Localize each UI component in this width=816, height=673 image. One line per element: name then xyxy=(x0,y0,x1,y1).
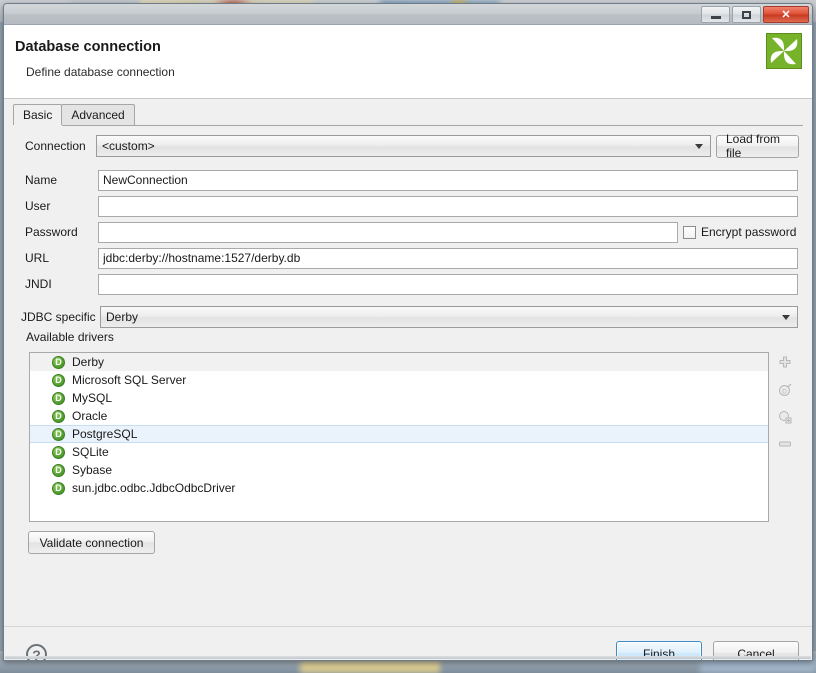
minimize-button[interactable] xyxy=(701,6,730,23)
tab-basic[interactable]: Basic xyxy=(13,104,63,125)
maximize-button[interactable] xyxy=(732,6,761,23)
window-controls: ✕ xyxy=(701,6,809,23)
edit-driver-icon[interactable]: D xyxy=(776,381,794,399)
page-subtitle: Define database connection xyxy=(26,65,175,79)
page-title: Database connection xyxy=(15,39,161,55)
brand-logo-icon xyxy=(766,33,802,69)
list-item[interactable]: D MySQL xyxy=(30,389,768,407)
user-label: User xyxy=(25,199,51,213)
url-row: URL xyxy=(4,247,812,269)
name-label: Name xyxy=(25,173,58,187)
user-row: User xyxy=(4,195,812,217)
encrypt-password-label: Encrypt password xyxy=(701,225,797,239)
dialog-body: Basic Advanced Connection <custom> Load … xyxy=(4,99,812,626)
jdbc-specific-combo[interactable]: Derby xyxy=(100,306,798,328)
available-drivers-list[interactable]: D Derby D Microsoft SQL Server D MySQL D… xyxy=(29,352,769,522)
password-input[interactable] xyxy=(98,221,678,243)
list-item-label: Microsoft SQL Server xyxy=(72,373,187,387)
maximize-icon xyxy=(742,10,751,19)
connection-combo-value: <custom> xyxy=(102,139,155,153)
tab-advanced-label: Advanced xyxy=(71,108,125,122)
password-label: Password xyxy=(25,225,78,239)
minimize-icon xyxy=(710,15,721,19)
list-item[interactable]: D Sybase xyxy=(30,461,768,479)
available-drivers-label: Available drivers xyxy=(26,330,114,344)
password-row: Password Encrypt password xyxy=(4,221,812,243)
list-item[interactable]: D sun.jdbc.odbc.JdbcOdbcDriver xyxy=(30,479,768,497)
driver-icon: D xyxy=(52,445,65,459)
list-item-label: Derby xyxy=(72,355,105,369)
close-button[interactable]: ✕ xyxy=(763,6,809,23)
connection-combo[interactable]: <custom> xyxy=(96,135,711,157)
validate-connection-button[interactable]: Validate connection xyxy=(28,531,155,554)
driver-icon: D xyxy=(52,463,65,477)
list-item[interactable]: D SQLite xyxy=(30,443,768,461)
url-input[interactable] xyxy=(98,247,798,269)
backdrop-bottom-thumb-1 xyxy=(300,661,440,673)
tab-basic-label: Basic xyxy=(23,108,53,122)
jdbc-specific-label: JDBC specific xyxy=(21,310,96,324)
checkbox-icon xyxy=(683,225,696,239)
name-row: Name xyxy=(4,169,812,191)
duplicate-driver-icon[interactable] xyxy=(776,408,794,426)
list-item-label: Sybase xyxy=(72,463,113,477)
jndi-row: JNDI xyxy=(4,273,812,295)
driver-icon: D xyxy=(52,373,65,387)
list-item[interactable]: D Microsoft SQL Server xyxy=(30,371,768,389)
list-item[interactable]: D Oracle xyxy=(30,407,768,425)
list-item-label: sun.jdbc.odbc.JdbcOdbcDriver xyxy=(72,481,236,495)
user-input[interactable] xyxy=(98,195,798,217)
driver-icon: D xyxy=(52,481,65,495)
connection-row: Connection <custom> Load from file xyxy=(4,132,812,160)
name-input[interactable] xyxy=(98,169,798,191)
list-item-label: MySQL xyxy=(72,391,113,405)
connection-label: Connection xyxy=(25,139,86,153)
jndi-input[interactable] xyxy=(98,273,798,295)
list-item[interactable]: D Derby xyxy=(30,353,768,371)
driver-icon: D xyxy=(52,391,65,405)
jdbc-specific-value: Derby xyxy=(106,310,139,324)
driver-icon: D xyxy=(52,355,65,369)
close-icon: ✕ xyxy=(781,9,791,21)
remove-driver-icon[interactable] xyxy=(776,435,794,453)
driver-toolbar: D xyxy=(774,354,796,453)
dialog-header: Database connection Define database conn… xyxy=(4,25,812,99)
validate-connection-label: Validate connection xyxy=(39,535,144,550)
load-from-file-label: Load from file xyxy=(726,132,781,160)
list-item-label: PostgreSQL xyxy=(72,427,138,441)
jdbc-specific-row: JDBC specific Derby xyxy=(4,306,812,328)
svg-text:D: D xyxy=(782,390,787,396)
database-connection-dialog: ✕ Database connection Define database co… xyxy=(3,3,813,661)
chevron-down-icon xyxy=(782,315,790,320)
url-label: URL xyxy=(25,251,50,265)
jndi-label: JNDI xyxy=(25,277,52,291)
list-item-selected[interactable]: D PostgreSQL xyxy=(30,425,768,443)
list-item-label: Oracle xyxy=(72,409,108,423)
tab-strip: Basic Advanced xyxy=(13,104,803,126)
tab-advanced[interactable]: Advanced xyxy=(61,104,135,125)
load-from-file-button[interactable]: Load from file xyxy=(716,132,799,160)
list-item-label: SQLite xyxy=(72,445,109,459)
backdrop-bottom-thumb-2 xyxy=(700,659,816,673)
driver-icon: D xyxy=(52,409,65,423)
window-bottom-bevel xyxy=(5,656,811,659)
chevron-down-icon xyxy=(695,144,703,149)
encrypt-password-checkbox[interactable]: Encrypt password xyxy=(683,225,796,239)
driver-icon: D xyxy=(52,427,65,441)
add-driver-icon[interactable] xyxy=(776,354,794,372)
window-titlebar[interactable]: ✕ xyxy=(4,4,812,25)
